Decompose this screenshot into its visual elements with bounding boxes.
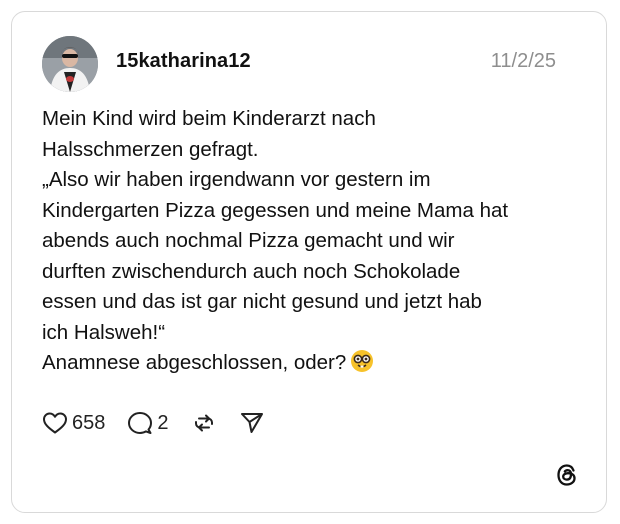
post-text-line: durften zwischendurch auch noch Schokola… [42, 259, 461, 283]
repost-button[interactable] [191, 410, 217, 436]
avatar-image [42, 36, 98, 92]
post-text-line: abends auch nochmal Pizza gemacht und wi… [42, 229, 455, 252]
username[interactable]: 15katharina12 [116, 50, 251, 73]
post-text-line: Halsschmerzen gefragt. [42, 137, 259, 161]
send-icon [240, 413, 263, 433]
nerd-face-emoji-icon [350, 349, 374, 383]
post-text-line: essen und das ist gar nicht gesund und j… [42, 290, 482, 313]
speech-bubble-icon [128, 412, 153, 434]
reply-button[interactable]: 2 [127, 410, 169, 436]
post-text: Mein Kind wird beim Kinderarzt nach Hals… [42, 104, 582, 383]
share-button[interactable] [239, 410, 265, 436]
post-text-line: Kindergarten Pizza gegessen und meine Ma… [42, 198, 509, 222]
reply-count: 2 [157, 411, 169, 434]
like-button[interactable]: 658 [42, 411, 105, 435]
post-text-line: Mein Kind wird beim Kinderarzt nach [42, 107, 376, 130]
like-count: 658 [72, 411, 106, 434]
post-text-line: „Also wir haben irgendwann vor gestern i… [42, 168, 431, 191]
avatar[interactable] [42, 36, 98, 92]
post-text-line: Anamnese abgeschlossen, oder? [42, 351, 347, 374]
post-card: 15katharina12 11/2/25 Mein Kind wird bei… [11, 11, 607, 513]
post-text-line-last: Anamnese abgeschlossen, oder? [42, 348, 582, 383]
repost-icon [194, 414, 213, 432]
threads-logo-icon[interactable] [554, 462, 580, 488]
post-date[interactable]: 11/2/25 [491, 50, 556, 73]
post-actions: 658 2 [42, 409, 287, 437]
post-text-line: ich Halsweh!“ [42, 320, 166, 344]
heart-icon [43, 412, 67, 434]
